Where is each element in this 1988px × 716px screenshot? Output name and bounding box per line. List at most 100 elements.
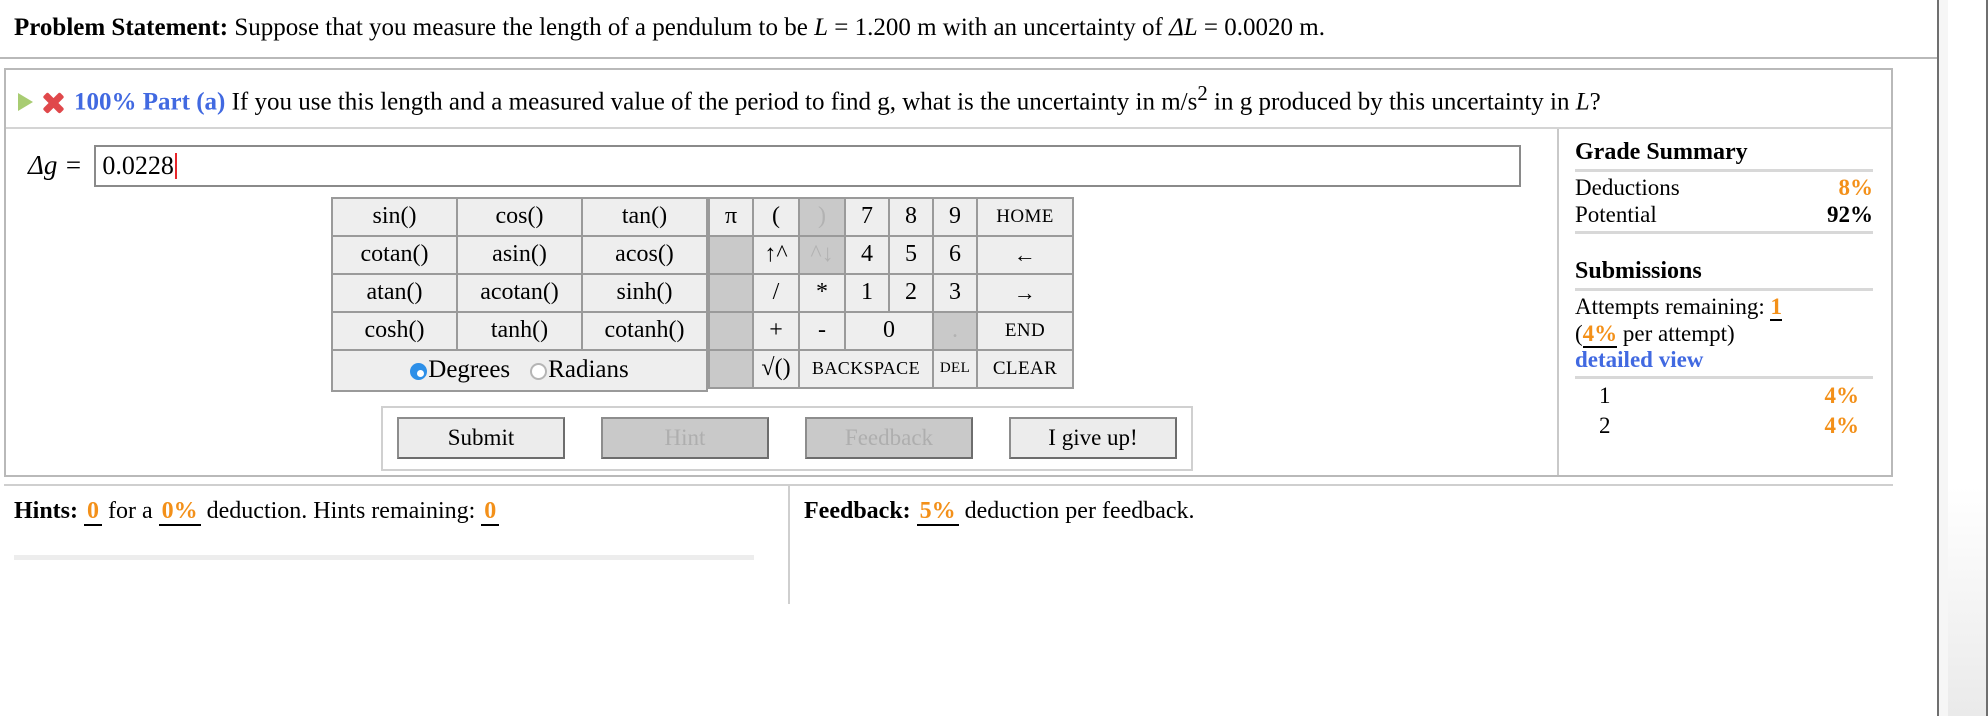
table-row: 1 4% bbox=[1575, 381, 1873, 411]
keypad-row: / * 1 2 3 → bbox=[708, 272, 1074, 313]
key-asin[interactable]: asin() bbox=[456, 234, 583, 275]
radio-radians[interactable] bbox=[530, 363, 548, 381]
per-attempt-row: (4% per attempt) bbox=[1575, 320, 1873, 348]
key-acos[interactable]: acos() bbox=[581, 234, 708, 275]
divider bbox=[1575, 168, 1873, 172]
key-arrow-left[interactable]: ← bbox=[976, 234, 1074, 275]
feedback-label: Feedback: bbox=[804, 497, 911, 524]
key-cotan[interactable]: cotan() bbox=[331, 234, 458, 275]
function-keypad: sin() cos() tan() cotan() asin() acos() … bbox=[331, 196, 708, 392]
key-spacer bbox=[708, 310, 754, 351]
key-tan[interactable]: tan() bbox=[581, 196, 708, 237]
calculator-wrap: sin() cos() tan() cotan() asin() acos() … bbox=[6, 196, 1557, 392]
key-backspace[interactable]: BACKSPACE bbox=[798, 348, 934, 389]
calculator: sin() cos() tan() cotan() asin() acos() … bbox=[331, 196, 1074, 392]
key-3[interactable]: 3 bbox=[932, 272, 978, 313]
divider bbox=[1575, 230, 1873, 234]
key-decimal-point: . bbox=[932, 310, 978, 351]
attempts-remaining-row: Attempts remaining: 1 bbox=[1575, 293, 1873, 321]
answer-input[interactable]: 0.0228 bbox=[94, 144, 1521, 187]
key-cos[interactable]: cos() bbox=[456, 196, 583, 237]
hints-panel: Hints: 0 for a 0% deduction. Hints remai… bbox=[4, 485, 790, 604]
actions-wrap: Submit Hint Feedback I give up! bbox=[6, 405, 1557, 471]
give-up-button[interactable]: I give up! bbox=[1009, 416, 1177, 459]
key-clear[interactable]: CLEAR bbox=[976, 348, 1074, 389]
hints-deduction-text: deduction. Hints remaining: bbox=[206, 497, 476, 524]
hint-button: Hint bbox=[601, 416, 769, 459]
key-acotan[interactable]: acotan() bbox=[456, 272, 583, 313]
key-minus[interactable]: - bbox=[798, 310, 846, 351]
numeric-keypad: π ( ) 7 8 9 HOME ↑^ ^↓ 4 5 6 ← / * 1 2 3… bbox=[708, 196, 1074, 389]
text-caret bbox=[174, 152, 177, 179]
incorrect-x-icon bbox=[42, 92, 64, 114]
per-attempt-open-paren: ( bbox=[1575, 320, 1583, 346]
key-6[interactable]: 6 bbox=[932, 234, 978, 275]
part-a-question-variable: L bbox=[1575, 88, 1590, 116]
divider bbox=[1575, 376, 1873, 380]
attempts-remaining-value: 1 bbox=[1770, 293, 1782, 321]
feedback-panel: Feedback: 5% deduction per feedback. bbox=[790, 486, 1893, 604]
key-spacer bbox=[708, 272, 754, 313]
key-arrow-right[interactable]: → bbox=[976, 272, 1074, 313]
key-sin[interactable]: sin() bbox=[331, 196, 458, 237]
play-triangle-icon[interactable] bbox=[18, 92, 33, 111]
radio-radians-label: Radians bbox=[548, 356, 629, 384]
key-divide[interactable]: / bbox=[752, 272, 800, 313]
per-attempt-text: per attempt) bbox=[1617, 320, 1735, 346]
key-0[interactable]: 0 bbox=[844, 310, 934, 351]
answer-row: Δg = 0.0228 bbox=[6, 129, 1557, 197]
key-plus[interactable]: + bbox=[752, 310, 800, 351]
scrollbar-thumb[interactable] bbox=[1948, 0, 1986, 716]
key-pi[interactable]: π bbox=[708, 196, 754, 237]
part-a-panel: 100% Part (a) If you use this length and… bbox=[4, 68, 1893, 477]
key-2[interactable]: 2 bbox=[888, 272, 934, 313]
key-open-paren[interactable]: ( bbox=[752, 196, 800, 237]
key-9[interactable]: 9 bbox=[932, 196, 978, 237]
feedback-button: Feedback bbox=[805, 416, 973, 459]
key-7[interactable]: 7 bbox=[844, 196, 890, 237]
hints-for-a-text: for a bbox=[108, 497, 153, 524]
attempt-number: 2 bbox=[1599, 413, 1611, 439]
attempts-table: 1 4% 2 4% bbox=[1575, 381, 1873, 441]
part-a-question-text-3: ? bbox=[1589, 88, 1601, 116]
part-a-body: Δg = 0.0228 sin() cos() tan() cotan() as… bbox=[6, 128, 1891, 475]
bottom-bar: Hints: 0 for a 0% deduction. Hints remai… bbox=[4, 483, 1893, 604]
key-tanh[interactable]: tanh() bbox=[456, 310, 583, 351]
angle-mode-row: Degrees Radians bbox=[331, 348, 708, 392]
keypad-row: ↑^ ^↓ 4 5 6 ← bbox=[708, 234, 1074, 275]
detailed-view-link[interactable]: detailed view bbox=[1575, 347, 1873, 373]
potential-value: 92% bbox=[1827, 201, 1873, 227]
key-power-up[interactable]: ↑^ bbox=[752, 234, 800, 275]
key-cosh[interactable]: cosh() bbox=[331, 310, 458, 351]
key-atan[interactable]: atan() bbox=[331, 272, 458, 313]
key-multiply[interactable]: * bbox=[798, 272, 846, 313]
radio-degrees[interactable] bbox=[410, 363, 428, 381]
action-buttons: Submit Hint Feedback I give up! bbox=[381, 405, 1193, 471]
vertical-scrollbar[interactable] bbox=[1937, 0, 1988, 716]
problem-statement: Problem Statement: Suppose that you meas… bbox=[0, 0, 1937, 60]
key-end[interactable]: END bbox=[976, 310, 1074, 351]
key-del[interactable]: DEL bbox=[932, 348, 978, 389]
submit-button[interactable]: Submit bbox=[397, 416, 565, 459]
answer-label: Δg = bbox=[28, 150, 83, 181]
radio-degrees-label: Degrees bbox=[428, 356, 511, 384]
key-sqrt[interactable]: √() bbox=[752, 348, 800, 389]
deductions-label: Deductions bbox=[1575, 174, 1680, 200]
key-4[interactable]: 4 bbox=[844, 234, 890, 275]
key-home[interactable]: HOME bbox=[976, 196, 1074, 237]
hints-remaining-value: 0 bbox=[481, 497, 500, 526]
keypad-row: cosh() tanh() cotanh() bbox=[331, 310, 708, 351]
problem-statement-label: Problem Statement: bbox=[14, 14, 229, 41]
part-a-question-exponent: 2 bbox=[1197, 81, 1208, 106]
grade-summary-panel: Grade Summary Deductions 8% Potential 92… bbox=[1559, 129, 1891, 475]
keypad-row: Degrees Radians bbox=[331, 348, 708, 392]
problem-page: Problem Statement: Suppose that you meas… bbox=[0, 0, 1937, 716]
key-8[interactable]: 8 bbox=[888, 196, 934, 237]
part-a-question-text-1: If you use this length and a measured va… bbox=[225, 88, 1198, 116]
key-cotanh[interactable]: cotanh() bbox=[581, 310, 708, 351]
key-1[interactable]: 1 bbox=[844, 272, 890, 313]
attempts-remaining-label: Attempts remaining: bbox=[1575, 293, 1765, 319]
key-sinh[interactable]: sinh() bbox=[581, 272, 708, 313]
key-5[interactable]: 5 bbox=[888, 234, 934, 275]
